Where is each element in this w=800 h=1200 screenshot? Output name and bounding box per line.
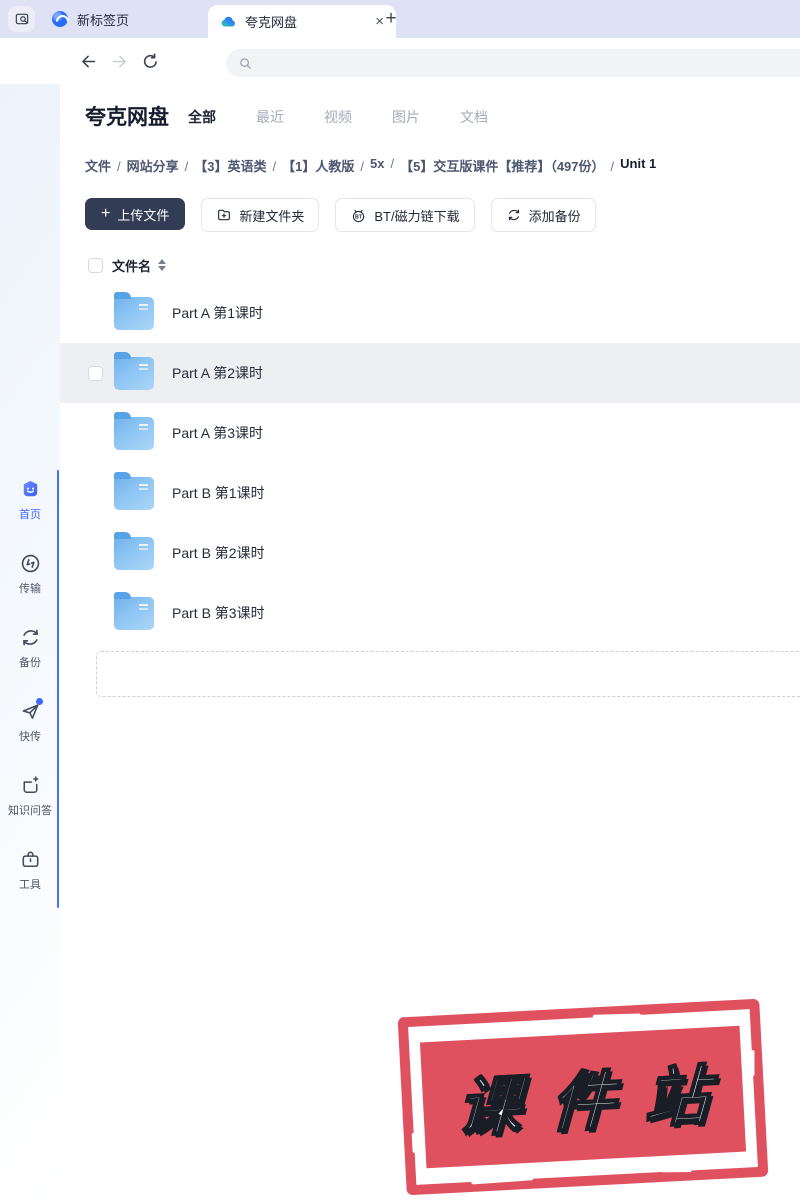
sidebar-item-label: 知识问答 bbox=[8, 805, 52, 817]
folder-icon bbox=[114, 591, 154, 630]
add-backup-button[interactable]: 添加备份 bbox=[490, 198, 596, 232]
folder-icon bbox=[114, 351, 154, 390]
backup-icon bbox=[18, 626, 42, 649]
sidebar-item-label: 快传 bbox=[19, 731, 41, 743]
file-row[interactable]: Part A 第3课时 bbox=[60, 403, 800, 463]
search-icon bbox=[238, 56, 253, 71]
filter-tab[interactable]: 视频 bbox=[324, 107, 352, 127]
bt-download-label: BT/磁力链下载 bbox=[374, 208, 460, 224]
file-name: Part A 第1课时 bbox=[172, 305, 264, 321]
file-row[interactable]: Part B 第3课时 bbox=[60, 583, 800, 643]
transfer-icon bbox=[18, 552, 42, 575]
breadcrumb-item[interactable]: 文件 bbox=[85, 156, 127, 175]
address-search-input[interactable] bbox=[261, 54, 800, 72]
action-buttons: + 上传文件 新建文件夹 BT BT/磁力链下载 添加备份 bbox=[85, 198, 596, 232]
sidebar-scroll-indicator bbox=[57, 470, 59, 908]
browser-tab-bar: 新标签页 夸克网盘 × + bbox=[0, 0, 800, 38]
tools-icon bbox=[18, 848, 42, 871]
sidebar-nav: 首页 传输 备份 快传 知识问答 工具 bbox=[0, 478, 60, 922]
quark-drive-cloud-icon bbox=[220, 14, 237, 29]
add-backup-label: 添加备份 bbox=[528, 208, 581, 224]
browser-tab-newtab[interactable]: 新标签页 bbox=[40, 0, 141, 38]
file-list: Part A 第1课时 Part A 第2课时 Part A 第3课时 Part… bbox=[60, 283, 800, 643]
folder-icon bbox=[114, 411, 154, 450]
filter-tab[interactable]: 全部 bbox=[188, 107, 216, 127]
upload-dropzone[interactable] bbox=[96, 651, 800, 697]
folder-icon bbox=[114, 291, 154, 330]
breadcrumb: 文件 网站分享 【3】英语类 【1】人教版 5x 【5】交互版课件【推荐】（49… bbox=[85, 156, 656, 175]
bt-download-button[interactable]: BT BT/磁力链下载 bbox=[335, 198, 475, 232]
add-backup-icon bbox=[506, 207, 522, 223]
forward-icon[interactable] bbox=[109, 51, 129, 71]
file-name: Part B 第3课时 bbox=[172, 605, 265, 621]
refresh-icon[interactable] bbox=[140, 51, 160, 71]
app-sidebar: 首页 传输 备份 快传 知识问答 工具 bbox=[0, 84, 60, 1200]
workspace-search-icon bbox=[14, 11, 30, 27]
breadcrumb-item[interactable]: Unit 1 bbox=[620, 156, 656, 175]
file-list-header: 文件名 bbox=[60, 253, 800, 277]
file-row[interactable]: Part B 第1课时 bbox=[60, 463, 800, 523]
sidebar-item-label: 传输 bbox=[19, 583, 41, 595]
workspace-search-button[interactable] bbox=[8, 6, 35, 32]
filter-tab[interactable]: 图片 bbox=[392, 107, 420, 127]
tab-label: 新标签页 bbox=[77, 12, 130, 28]
home-smiley-icon bbox=[18, 478, 42, 501]
browser-tab-quark-drive[interactable]: 夸克网盘 × bbox=[208, 5, 396, 38]
sidebar-item-label: 工具 bbox=[19, 879, 41, 891]
bt-download-icon: BT bbox=[350, 207, 367, 224]
select-all-checkbox[interactable] bbox=[88, 257, 103, 273]
folder-icon bbox=[114, 531, 154, 570]
navigation-toolbar bbox=[0, 38, 800, 84]
file-name: Part B 第2课时 bbox=[172, 545, 265, 561]
sidebar-item-quick-send[interactable]: 快传 bbox=[0, 698, 60, 744]
file-row[interactable]: Part B 第2课时 bbox=[60, 523, 800, 583]
filter-tab[interactable]: 文档 bbox=[460, 107, 488, 127]
sidebar-item-transfer[interactable]: 传输 bbox=[0, 552, 60, 596]
file-row[interactable]: Part A 第2课时 bbox=[60, 343, 800, 403]
row-checkbox[interactable] bbox=[88, 365, 103, 381]
plus-icon: + bbox=[101, 205, 111, 222]
sidebar-item-label: 首页 bbox=[19, 509, 41, 521]
upload-button-label: 上传文件 bbox=[117, 207, 170, 223]
file-name: Part A 第3课时 bbox=[172, 425, 264, 441]
svg-text:BT: BT bbox=[355, 214, 363, 220]
drive-main: 夸克网盘 全部 最近 视频 图片 文档 文件 网站分享 【3】英语类 【1】人教… bbox=[60, 84, 800, 1200]
quark-browser-icon bbox=[52, 11, 68, 27]
quick-send-icon bbox=[18, 698, 43, 723]
new-tab-icon[interactable]: + bbox=[379, 7, 403, 31]
sort-icon[interactable] bbox=[158, 259, 167, 271]
knowledge-icon bbox=[18, 774, 42, 797]
filename-column-header[interactable]: 文件名 bbox=[112, 256, 151, 275]
filter-tab[interactable]: 最近 bbox=[256, 107, 284, 127]
upload-button[interactable]: + 上传文件 bbox=[85, 198, 186, 230]
breadcrumb-item[interactable]: 【3】英语类 bbox=[194, 156, 282, 175]
sidebar-item-backup[interactable]: 备份 bbox=[0, 626, 60, 670]
sidebar-item-label: 备份 bbox=[19, 657, 41, 669]
new-folder-label: 新建文件夹 bbox=[239, 208, 305, 224]
breadcrumb-item[interactable]: 【5】交互版课件【推荐】（497份） bbox=[400, 156, 620, 175]
sidebar-item-home[interactable]: 首页 bbox=[0, 478, 60, 522]
breadcrumb-item[interactable]: 5x bbox=[370, 156, 400, 175]
new-folder-button[interactable]: 新建文件夹 bbox=[201, 198, 320, 232]
address-search-bar[interactable] bbox=[226, 49, 800, 77]
notification-badge bbox=[36, 698, 43, 705]
file-name: Part B 第1课时 bbox=[172, 485, 265, 501]
new-folder-icon bbox=[216, 207, 232, 223]
back-icon[interactable] bbox=[78, 51, 98, 71]
sidebar-item-knowledge[interactable]: 知识问答 bbox=[0, 774, 60, 818]
folder-icon bbox=[114, 471, 154, 510]
breadcrumb-item[interactable]: 【1】人教版 bbox=[282, 156, 370, 175]
tab-label: 夸克网盘 bbox=[245, 15, 298, 30]
breadcrumb-item[interactable]: 网站分享 bbox=[127, 156, 195, 175]
sidebar-item-tools[interactable]: 工具 bbox=[0, 848, 60, 892]
page-title: 夸克网盘 bbox=[85, 106, 169, 129]
filter-tabs: 全部 最近 视频 图片 文档 bbox=[188, 107, 488, 127]
file-row[interactable]: Part A 第1课时 bbox=[60, 283, 800, 343]
file-name: Part A 第2课时 bbox=[172, 365, 264, 381]
